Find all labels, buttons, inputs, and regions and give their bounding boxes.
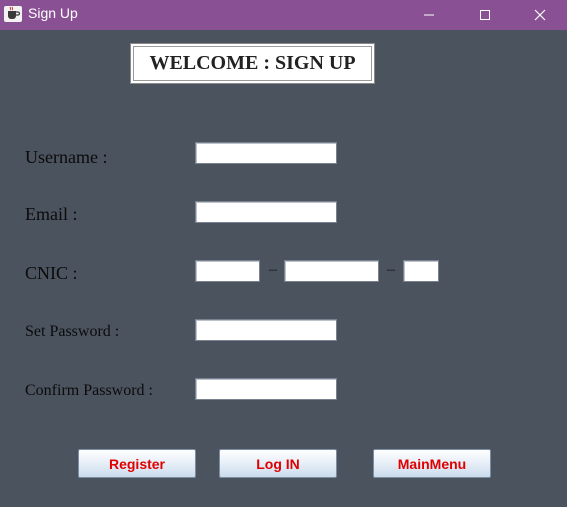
close-button[interactable] (512, 0, 567, 30)
confirm-password-field[interactable] (195, 378, 337, 400)
set-password-label: Set Password : (25, 323, 120, 340)
confirm-password-label: Confirm Password : (25, 382, 153, 399)
cnic-part1-field[interactable] (195, 260, 260, 282)
maximize-icon (480, 10, 490, 20)
minimize-button[interactable] (401, 0, 457, 30)
email-field[interactable] (195, 201, 337, 223)
welcome-heading-box: WELCOME : SIGN UP (130, 43, 375, 84)
username-field[interactable] (195, 142, 337, 164)
cnic-separator: – (269, 261, 277, 278)
register-button[interactable]: Register (78, 449, 196, 478)
minimize-icon (424, 14, 434, 16)
username-label: Username : (25, 147, 108, 167)
app-icon (3, 4, 23, 24)
cnic-part2-field[interactable] (284, 260, 379, 282)
cnic-separator: – (387, 261, 395, 278)
window-title: Sign Up (28, 5, 78, 21)
cnic-part3-field[interactable] (403, 260, 439, 282)
email-label: Email : (25, 204, 78, 224)
login-button[interactable]: Log IN (219, 449, 337, 478)
maximize-button[interactable] (457, 0, 513, 30)
welcome-heading: WELCOME : SIGN UP (149, 52, 356, 74)
close-icon (534, 9, 546, 21)
set-password-field[interactable] (195, 319, 337, 341)
main-menu-button[interactable]: MainMenu (373, 449, 491, 478)
cnic-label: CNIC : (25, 263, 78, 283)
title-bar: Sign Up (0, 0, 567, 30)
